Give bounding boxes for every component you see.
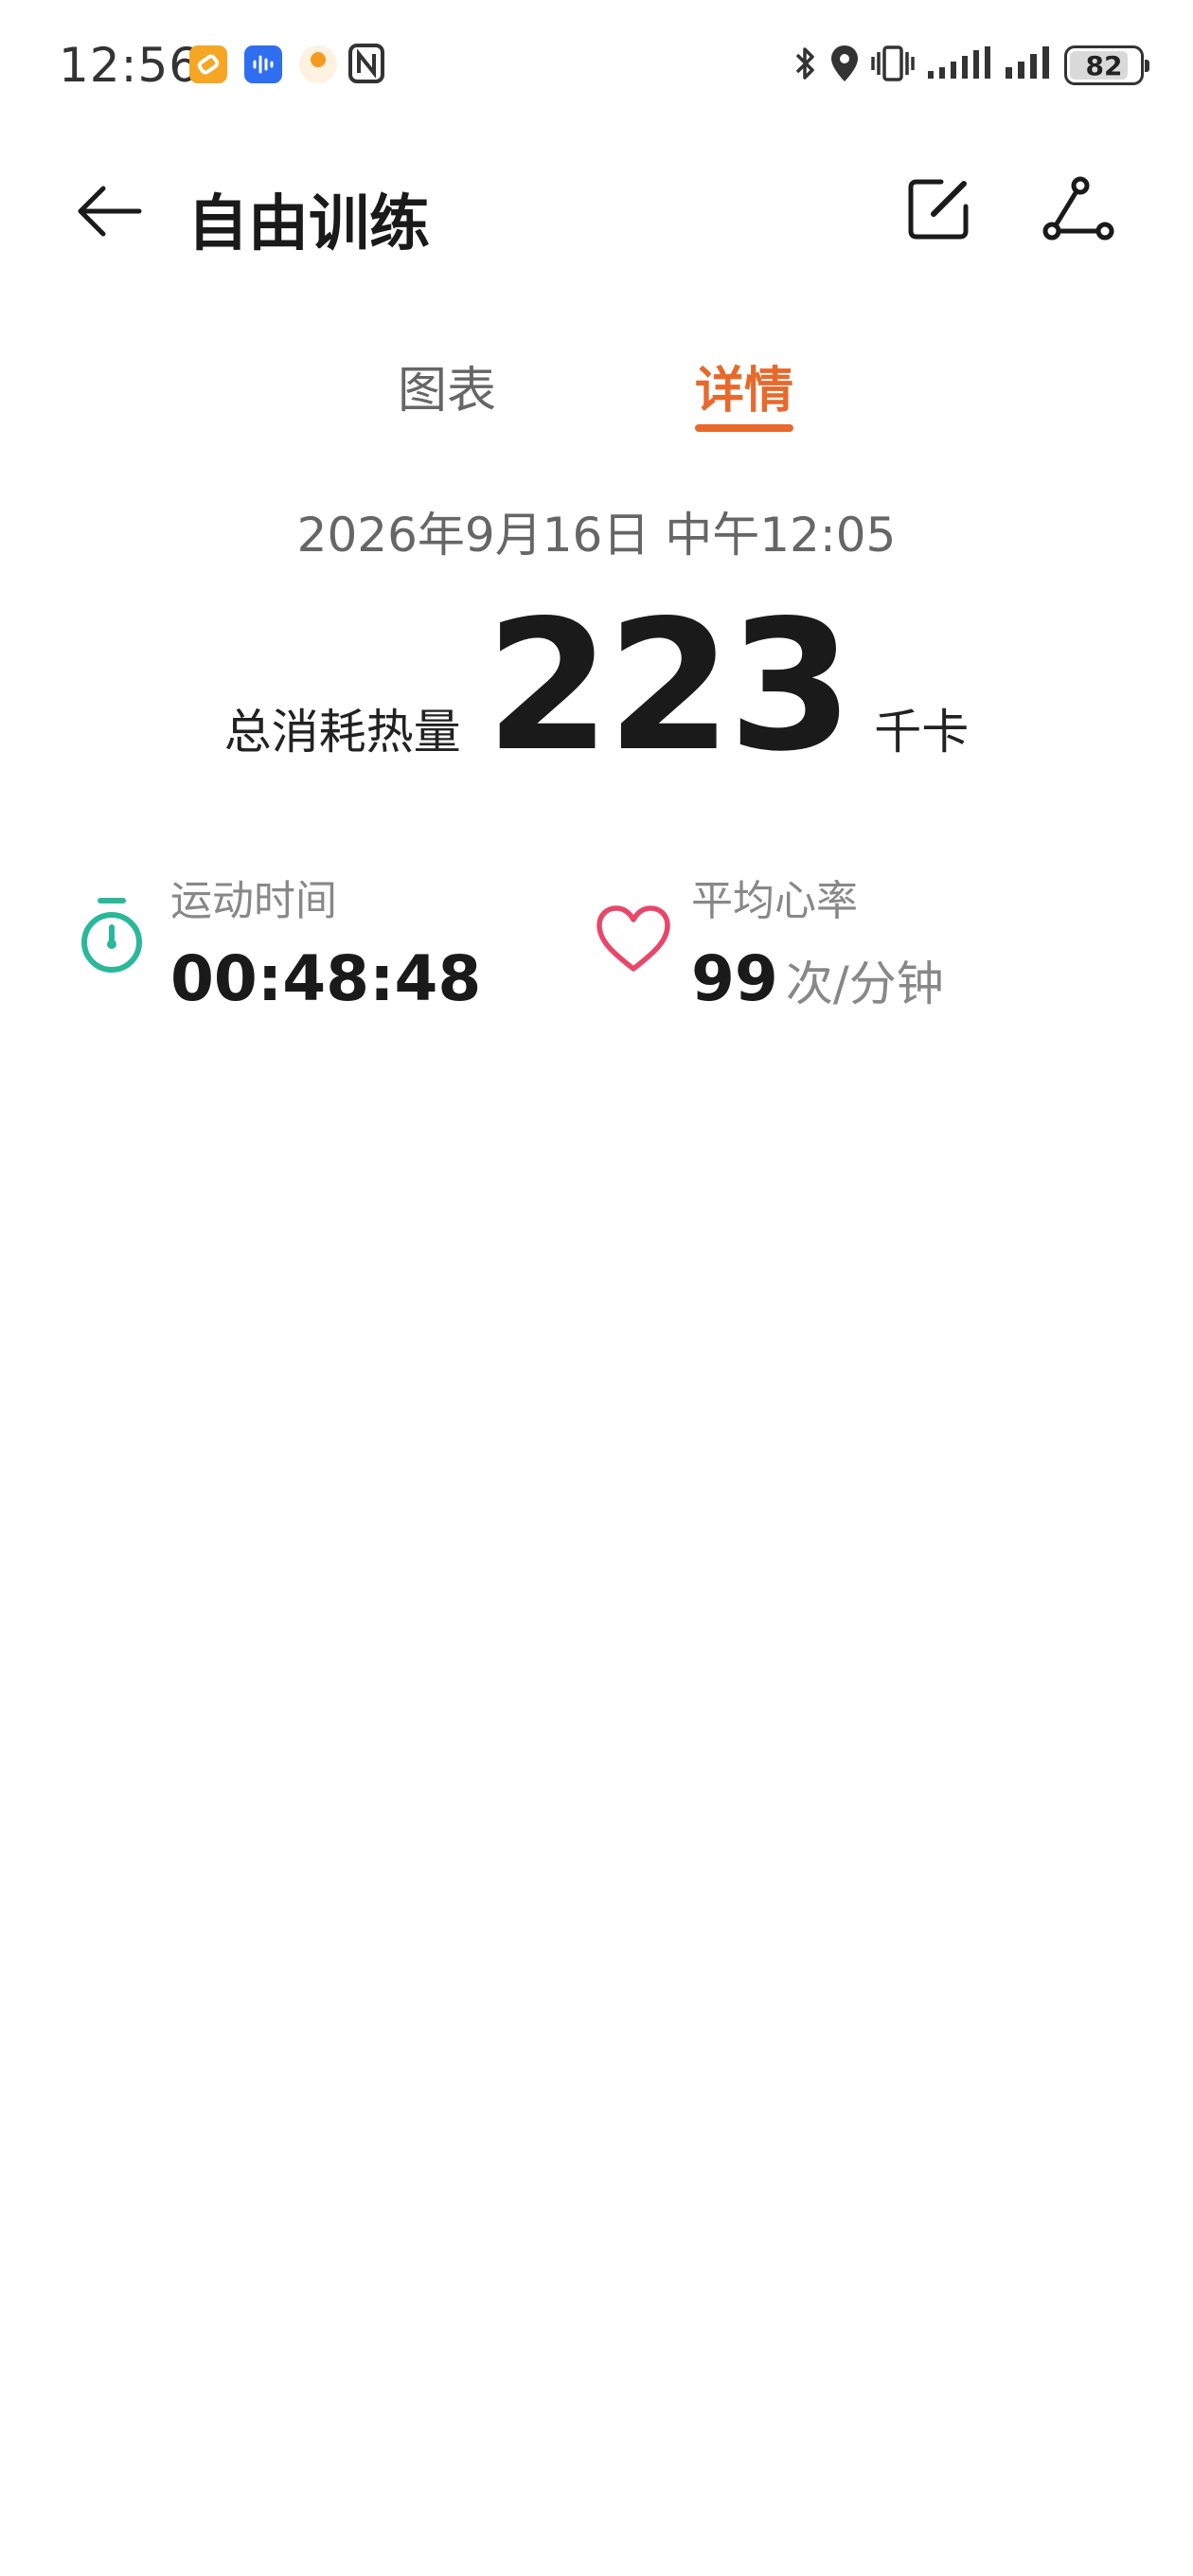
tab-detail[interactable]: 详情 [695, 350, 793, 421]
heart-rate-label: 平均心率 [691, 877, 858, 925]
status-right-group: 82 [793, 42, 1149, 89]
battery-icon: 82 [1064, 45, 1149, 85]
status-time: 12:56 [59, 38, 201, 93]
heart-rate-value: 99 [691, 942, 778, 1015]
edit-icon [908, 179, 969, 240]
battery-level: 82 [1085, 49, 1123, 81]
app-notification-icon [189, 45, 227, 83]
nfc-icon [348, 44, 384, 87]
calorie-summary: 总消耗热量 223 千卡 [0, 597, 1193, 777]
voice-app-icon [244, 45, 282, 83]
share-route-button[interactable] [1038, 169, 1119, 250]
vibrate-icon [871, 45, 915, 86]
app-circle-icon [299, 45, 337, 83]
duration-label: 运动时间 [170, 877, 337, 925]
page-title: 自由训练 [187, 189, 430, 259]
share-route-icon [1042, 176, 1114, 241]
location-icon [829, 44, 860, 87]
back-button[interactable] [68, 170, 150, 252]
calorie-unit: 千卡 [874, 705, 970, 760]
heart-icon [595, 904, 672, 978]
duration-value: 00:48:48 [170, 942, 482, 1015]
signal-icon [1004, 45, 1053, 86]
calorie-label: 总消耗热量 [223, 705, 461, 760]
status-bar: 12:56 82 [0, 0, 1193, 137]
workout-datetime: 2026年9月16日 中午12:05 [296, 508, 897, 563]
active-tab-indicator [695, 424, 793, 432]
heart-rate-unit: 次/分钟 [785, 957, 944, 1011]
back-arrow-icon [78, 186, 142, 237]
tab-chart[interactable]: 图表 [398, 350, 496, 421]
edit-button[interactable] [898, 169, 979, 250]
signal-icon [926, 45, 992, 86]
bluetooth-icon [793, 45, 818, 86]
calorie-value: 223 [485, 581, 854, 791]
stopwatch-icon [76, 895, 148, 984]
